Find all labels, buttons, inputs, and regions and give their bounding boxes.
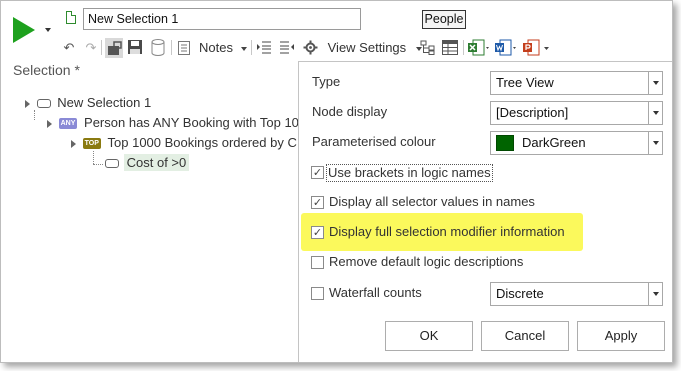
cancel-button[interactable]: Cancel [481, 321, 569, 351]
tree-connector [34, 110, 35, 120]
view-settings-label: View Settings [327, 40, 407, 55]
outdent-icon[interactable] [279, 40, 295, 55]
chevron-down-icon [648, 283, 662, 305]
toolbar-separator [251, 40, 252, 55]
selection-title: Selection * [13, 62, 80, 78]
expand-arrow-icon[interactable] [47, 119, 52, 128]
waterfall-counts-label: Waterfall counts [329, 285, 422, 300]
use-brackets-label: Use brackets in logic names [326, 164, 493, 182]
colour-swatch [496, 134, 514, 151]
tree-connector [93, 164, 103, 165]
tree-node-label: Top 1000 Bookings ordered by C [107, 135, 297, 150]
toolbar-separator [463, 40, 464, 55]
tree-node-label: New Selection 1 [57, 95, 152, 110]
view-settings-button[interactable]: View Settings [301, 37, 426, 59]
expand-arrow-icon[interactable] [25, 99, 30, 108]
use-brackets-checkbox[interactable]: ✓ [311, 166, 324, 179]
redo-icon[interactable]: ↷ [83, 39, 99, 57]
lock-icon[interactable] [105, 38, 123, 58]
waterfall-counts-select[interactable]: Discrete [490, 282, 663, 306]
people-button[interactable]: People [422, 10, 466, 29]
tree-connector [93, 151, 94, 164]
document-icon [66, 11, 76, 24]
powerpoint-export-button[interactable] [523, 39, 551, 56]
chevron-down-icon [648, 102, 662, 124]
hierarchy-icon[interactable] [420, 40, 436, 55]
notes-label: Notes [199, 40, 233, 55]
type-label: Type [312, 74, 341, 89]
parameterised-colour-select[interactable]: DarkGreen [490, 131, 663, 155]
top-badge-icon: TOP [82, 138, 101, 150]
run-dropdown-icon[interactable] [45, 28, 51, 32]
parameterised-colour-label: Parameterised colour [312, 134, 436, 149]
toolbar-separator [101, 40, 102, 55]
selection-name-input[interactable] [83, 8, 361, 30]
undo-icon[interactable]: ↶ [61, 39, 77, 57]
chevron-down-icon [240, 46, 247, 51]
display-selector-values-label: Display all selector values in names [329, 194, 535, 209]
expand-arrow-icon[interactable] [71, 139, 76, 148]
display-selector-values-checkbox[interactable]: ✓ [311, 196, 324, 209]
application-window: People ↶ ↷ Notes [0, 0, 673, 363]
parameterised-colour-value: DarkGreen [522, 135, 586, 150]
node-display-label: Node display [312, 104, 388, 119]
display-modifier-info-label: Display full selection modifier informat… [329, 224, 565, 239]
view-settings-icon [303, 40, 318, 55]
tree-node-top[interactable]: TOP Top 1000 Bookings ordered by C [71, 134, 297, 152]
word-icon [495, 39, 516, 56]
notes-icon[interactable] [178, 40, 190, 55]
powerpoint-icon [523, 39, 549, 56]
database-icon[interactable] [151, 39, 165, 56]
type-select-value: Tree View [496, 75, 554, 90]
run-icon[interactable] [13, 17, 35, 43]
node-display-select[interactable]: [Description] [490, 101, 663, 125]
save-icon[interactable] [127, 39, 143, 55]
apply-button[interactable]: Apply [577, 321, 665, 351]
ok-button[interactable]: OK [385, 321, 473, 351]
tree-node-any[interactable]: ANY Person has ANY Booking with Top 10 [47, 114, 299, 132]
waterfall-counts-value: Discrete [496, 286, 544, 301]
remove-default-logic-checkbox[interactable] [311, 256, 324, 269]
waterfall-counts-checkbox[interactable] [311, 287, 324, 300]
tree-node-root[interactable]: New Selection 1 [25, 94, 151, 112]
grid-icon[interactable] [442, 40, 458, 55]
tree-node-cost[interactable]: Cost of >0 [105, 154, 190, 172]
excel-icon [468, 39, 489, 56]
remove-default-logic-label: Remove default logic descriptions [329, 254, 524, 269]
tree-node-label: Person has ANY Booking with Top 10 [84, 115, 299, 130]
node-icon [36, 99, 51, 109]
notes-menu-button[interactable]: Notes [199, 39, 247, 57]
toolbar-separator [171, 40, 172, 55]
chevron-down-icon [648, 72, 662, 94]
tree-node-label: Cost of >0 [123, 154, 190, 171]
node-icon [105, 159, 119, 169]
any-badge-icon: ANY [58, 118, 78, 130]
type-select[interactable]: Tree View [490, 71, 663, 95]
display-modifier-info-checkbox[interactable]: ✓ [311, 226, 324, 239]
node-display-value: [Description] [496, 105, 569, 120]
indent-icon[interactable] [256, 40, 272, 55]
excel-export-button[interactable] [468, 39, 490, 56]
chevron-down-icon [648, 132, 662, 154]
word-export-button[interactable] [495, 39, 517, 56]
